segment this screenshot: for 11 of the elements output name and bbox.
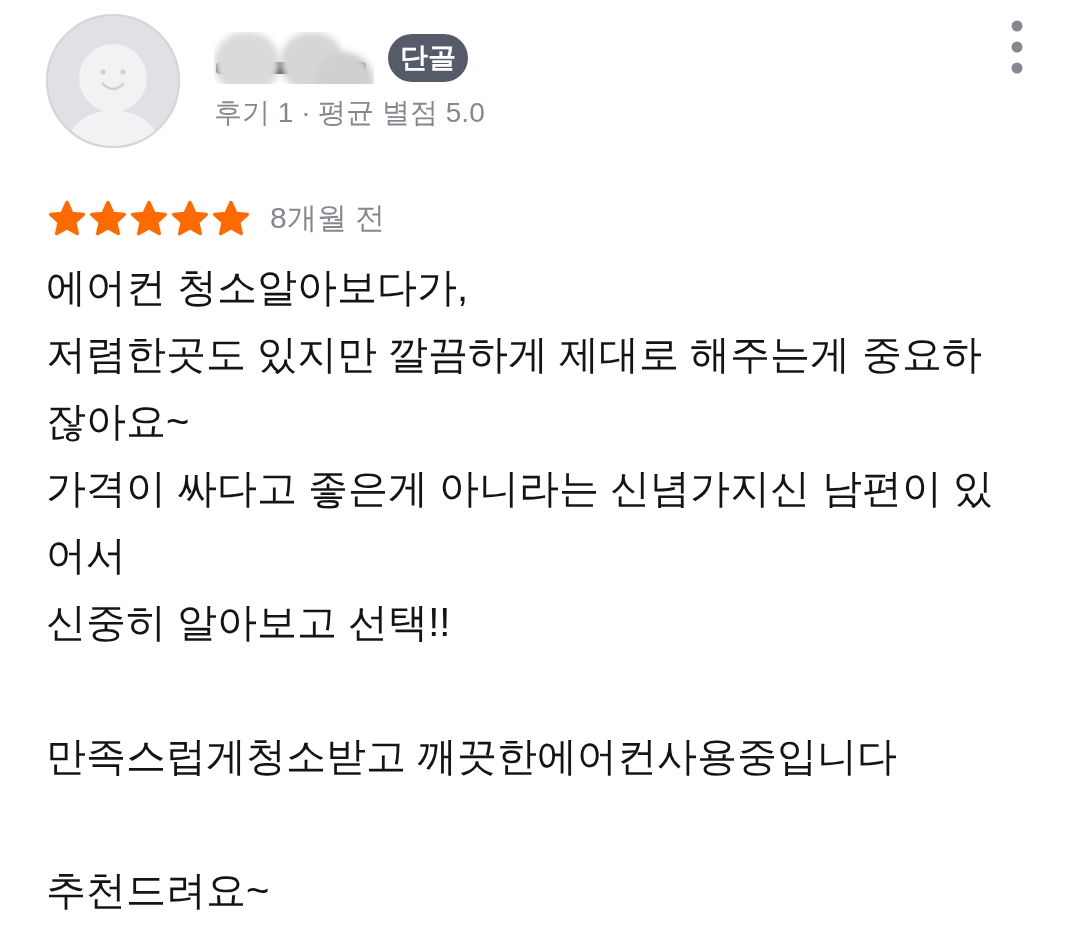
more-icon[interactable] — [1011, 20, 1023, 74]
star-icon — [171, 200, 209, 236]
star-icon — [48, 200, 86, 236]
avatar-icon — [46, 14, 180, 148]
star-icon — [130, 200, 168, 236]
regular-customer-badge: 단골 — [388, 34, 468, 82]
review-time: 8개월 전 — [270, 200, 386, 236]
star-icon — [212, 200, 250, 236]
review-text: 에어컨 청소알아보다가, 저렴한곳도 있지만 깔끔하게 제대로 해주는게 중요하잖아요~ 가격이 싸다고 좋은게 아니라는 신념가지신 남편이 있어서 신중히 알아보고 선택!! 만족스럽게청소받고 깨끗한에어컨사용중입니다 추천드려요~ — [46, 264, 994, 914]
star-icon — [89, 200, 127, 236]
review-stats: 후기 1 · 평균 별점 5.0 — [214, 96, 485, 130]
